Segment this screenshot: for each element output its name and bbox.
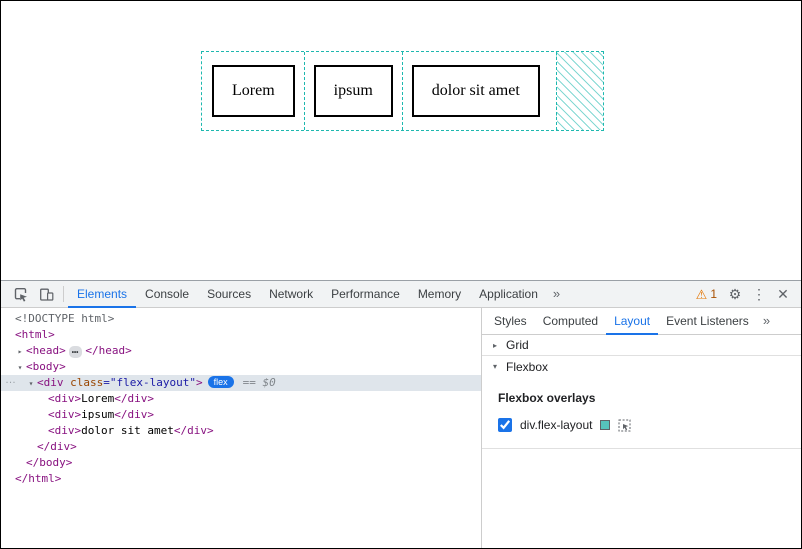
flex-gap-separator	[402, 52, 403, 130]
sidebar-tab-event-listeners[interactable]: Event Listeners	[658, 308, 757, 335]
flexbox-overlays-heading: Flexbox overlays	[498, 391, 785, 405]
dom-tree-row[interactable]: </body>	[1, 455, 481, 471]
dom-tree-row[interactable]: <div>Lorem</div>	[1, 391, 481, 407]
settings-gear-icon[interactable]: ⚙	[723, 286, 747, 303]
sidebar-tab-styles[interactable]: Styles	[486, 308, 535, 335]
dom-tree-row[interactable]: <div>ipsum</div>	[1, 407, 481, 423]
dom-tree-row[interactable]: … ▾<div class="flex-layout"> flex == $0	[1, 375, 481, 391]
devtools-tab-application[interactable]: Application	[470, 281, 547, 308]
device-icon	[39, 287, 54, 302]
devtools-tab-sources[interactable]: Sources	[198, 281, 260, 308]
dom-tree: <!DOCTYPE html><html>▸<head>…</head>▾<bo…	[1, 308, 482, 548]
overlay-checkbox[interactable]	[498, 418, 512, 432]
code-token: Lorem	[81, 392, 114, 405]
layout-pane-sections: ▸ Grid ▾ Flexbox	[482, 335, 801, 377]
dom-tree-row[interactable]: <div>dolor sit amet</div>	[1, 423, 481, 439]
flexbox-overlays-block: Flexbox overlays div.flex-layout	[482, 377, 801, 449]
code-token: </div>	[37, 440, 77, 453]
devtools-panel: ElementsConsoleSourcesNetworkPerformance…	[1, 280, 801, 548]
tree-collapsed-arrow-icon[interactable]: ▸	[14, 344, 26, 360]
overlay-color-swatch[interactable]	[600, 420, 610, 430]
code-token: >	[196, 376, 203, 389]
devtools-tab-elements[interactable]: Elements	[68, 281, 136, 308]
code-token: </div>	[114, 408, 154, 421]
code-token: </head>	[85, 344, 131, 357]
flex-item-box: Lorem	[212, 65, 295, 117]
code-token: </html>	[15, 472, 61, 485]
issues-counter[interactable]: ⚠ 1	[690, 287, 723, 301]
code-token: </body>	[26, 456, 72, 469]
section-expanded-arrow-icon: ▾	[490, 362, 500, 371]
dom-tree-row[interactable]: <!DOCTYPE html>	[1, 311, 481, 327]
section-label: Flexbox	[506, 360, 548, 374]
flexbox-free-space-hatch	[556, 52, 603, 130]
flex-item-box: dolor sit amet	[412, 65, 540, 117]
code-token: dolor sit amet	[81, 424, 174, 437]
section-collapsed-arrow-icon: ▸	[490, 341, 500, 350]
code-token: <div>	[48, 392, 81, 405]
flex-item-box: ipsum	[314, 65, 393, 117]
layout-section-grid[interactable]: ▸ Grid	[482, 335, 801, 356]
flexbox-overlay-container: Lorem ipsum dolor sit amet	[201, 51, 604, 131]
code-token: ="flex-layout"	[103, 376, 196, 389]
dom-tree-row[interactable]: ▾<body>	[1, 359, 481, 375]
flex-badge[interactable]: flex	[208, 376, 234, 388]
code-token: <body>	[26, 360, 66, 373]
code-token: <!DOCTYPE html>	[15, 312, 114, 325]
dom-tree-row[interactable]: </div>	[1, 439, 481, 455]
tree-expanded-arrow-icon[interactable]: ▾	[25, 376, 37, 392]
sidebar-tab-computed[interactable]: Computed	[535, 308, 606, 335]
more-panels-chevron-icon[interactable]: »	[547, 281, 566, 307]
flex-items-row: Lorem ipsum dolor sit amet	[202, 52, 603, 130]
device-toolbar-icon[interactable]	[33, 282, 59, 306]
browser-window: Lorem ipsum dolor sit amet ElementsConsole…	[0, 0, 802, 549]
flex-gap-separator	[304, 52, 305, 130]
close-devtools-icon[interactable]: ✕	[771, 286, 795, 303]
styles-sidebar: StylesComputedLayoutEvent Listeners» ▸ Gr…	[482, 308, 801, 548]
toolbar-separator	[63, 286, 64, 302]
dom-tree-row[interactable]: </html>	[1, 471, 481, 487]
devtools-tab-console[interactable]: Console	[136, 281, 198, 308]
warning-triangle-icon: ⚠	[696, 288, 708, 301]
section-label: Grid	[506, 338, 529, 352]
code-token: </div>	[174, 424, 214, 437]
row-options-ellipsis[interactable]: …	[5, 372, 17, 388]
sidebar-tab-layout[interactable]: Layout	[606, 308, 658, 335]
code-token: class	[64, 376, 104, 389]
overlay-row: div.flex-layout	[498, 418, 785, 432]
code-token: <div	[37, 376, 64, 389]
devtools-tabs: ElementsConsoleSourcesNetworkPerformance…	[68, 281, 547, 308]
devtools-body: <!DOCTYPE html><html>▸<head>…</head>▾<bo…	[1, 308, 801, 548]
devtools-tab-memory[interactable]: Memory	[409, 281, 470, 308]
devtools-toolbar: ElementsConsoleSourcesNetworkPerformance…	[1, 281, 801, 308]
inspect-element-icon[interactable]	[7, 282, 33, 306]
sidebar-more-tabs-chevron-icon[interactable]: »	[757, 308, 776, 334]
equals-dollar-zero: == $0	[243, 376, 276, 389]
overlay-element-label: div.flex-layout	[520, 418, 592, 432]
code-token: </div>	[114, 392, 154, 405]
code-token: <div>	[48, 424, 81, 437]
sidebar-tabs: StylesComputedLayoutEvent Listeners»	[482, 308, 801, 335]
devtools-tab-network[interactable]: Network	[260, 281, 322, 308]
dom-tree-row[interactable]: ▸<head>…</head>	[1, 343, 481, 359]
code-token: <head>	[26, 344, 66, 357]
dom-tree-row[interactable]: <html>	[1, 327, 481, 343]
code-token: <div>	[48, 408, 81, 421]
code-token: <html>	[15, 328, 55, 341]
warning-count: 1	[710, 287, 717, 301]
kebab-menu-icon[interactable]: ⋮	[747, 286, 771, 303]
rendered-page: Lorem ipsum dolor sit amet	[1, 1, 801, 280]
toolbar-right-controls: ⚠ 1 ⚙ ⋮ ✕	[690, 286, 795, 303]
overlay-picker-icon[interactable]	[618, 419, 631, 432]
layout-section-flexbox[interactable]: ▾ Flexbox	[482, 356, 801, 377]
devtools-tab-performance[interactable]: Performance	[322, 281, 409, 308]
code-token: ipsum	[81, 408, 114, 421]
inspect-icon	[13, 287, 28, 302]
collapsed-content-ellipsis[interactable]: …	[69, 346, 83, 358]
